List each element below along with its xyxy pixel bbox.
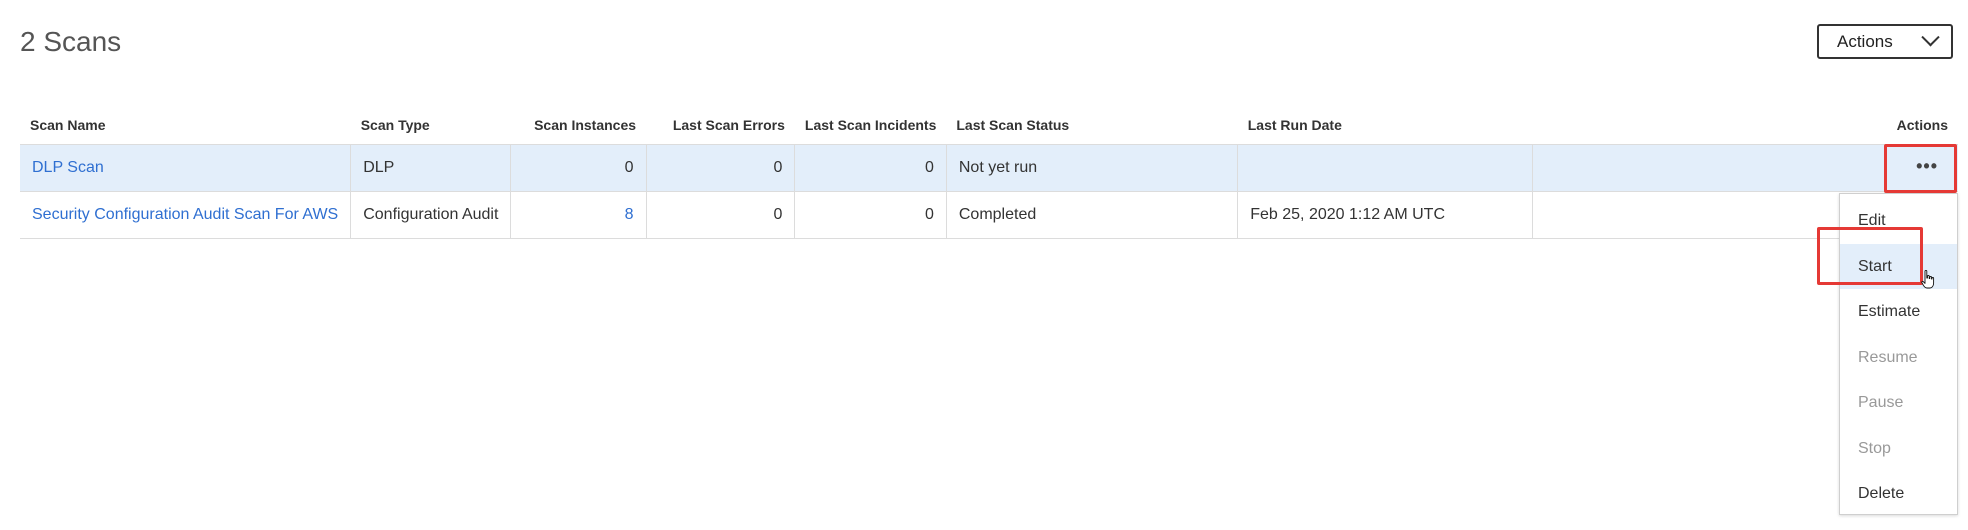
scans-page: 2 Scans Actions Scan Name Scan Type Scan…	[0, 0, 1968, 530]
page-title: 2 Scans	[20, 26, 122, 57]
scan-name-link[interactable]: DLP Scan	[32, 159, 104, 176]
actions-dropdown-label: Actions	[1837, 31, 1893, 51]
menu-item-start[interactable]: Start	[1840, 243, 1957, 289]
column-header-last-scan-incidents[interactable]: Last Scan Incidents	[795, 106, 946, 145]
last-scan-status-cell: Completed	[946, 191, 1239, 239]
last-scan-errors-cell: 0	[646, 191, 796, 239]
column-header-scan-type[interactable]: Scan Type	[351, 106, 511, 145]
scans-table: Scan Name Scan Type Scan Instances Last …	[20, 106, 1958, 239]
table-header-row: Scan Name Scan Type Scan Instances Last …	[20, 106, 1958, 145]
column-header-scan-instances[interactable]: Scan Instances	[511, 106, 646, 145]
last-scan-incidents-cell: 0	[794, 144, 947, 192]
last-run-date-cell	[1237, 144, 1534, 192]
column-header-scan-name[interactable]: Scan Name	[20, 106, 351, 145]
scan-instances-cell: 0	[510, 144, 647, 192]
menu-item-edit[interactable]: Edit	[1840, 198, 1957, 244]
column-header-actions: Actions	[1896, 117, 1948, 133]
menu-item-estimate[interactable]: Estimate	[1840, 289, 1957, 335]
last-scan-errors-cell: 0	[646, 144, 796, 192]
menu-item-resume: Resume	[1858, 348, 1918, 366]
scan-instances-cell: 8	[510, 191, 647, 239]
scan-name-cell: Security Configuration Audit Scan For AW…	[20, 191, 352, 239]
column-header-last-run-date[interactable]: Last Run Date	[1238, 106, 1533, 145]
menu-item-stop: Stop	[1858, 439, 1891, 457]
scan-name-cell: DLP Scan	[20, 144, 352, 192]
table-row[interactable]: Security Configuration Audit Scan For AW…	[20, 191, 1958, 239]
hand-pointer-icon	[1921, 270, 1935, 289]
last-scan-status-cell: Not yet run	[946, 144, 1239, 192]
more-horizontal-icon[interactable]: •••	[1916, 157, 1938, 177]
row-actions-menu: Edit Start Estimate Resume Pause Stop De…	[1839, 193, 1958, 515]
column-header-last-scan-status[interactable]: Last Scan Status	[946, 106, 1237, 145]
row-actions-cell: •••	[1532, 144, 1958, 192]
column-header-last-scan-errors[interactable]: Last Scan Errors	[646, 106, 795, 145]
table-row[interactable]: DLP Scan DLP 0 0 0 Not yet run •••	[20, 144, 1958, 192]
menu-item-delete[interactable]: Delete	[1840, 471, 1957, 517]
actions-dropdown-button[interactable]: Actions	[1817, 24, 1953, 59]
scan-name-link[interactable]: Security Configuration Audit Scan For AW…	[32, 206, 338, 223]
scan-instances-link[interactable]: 8	[625, 206, 634, 223]
scan-type-cell: Configuration Audit	[350, 191, 512, 239]
menu-item-pause: Pause	[1858, 394, 1904, 411]
chevron-down-icon	[1921, 28, 1940, 47]
scan-type-cell: DLP	[350, 144, 512, 192]
last-scan-incidents-cell: 0	[794, 191, 947, 239]
last-run-date-cell: Feb 25, 2020 1:12 AM UTC	[1237, 191, 1534, 239]
